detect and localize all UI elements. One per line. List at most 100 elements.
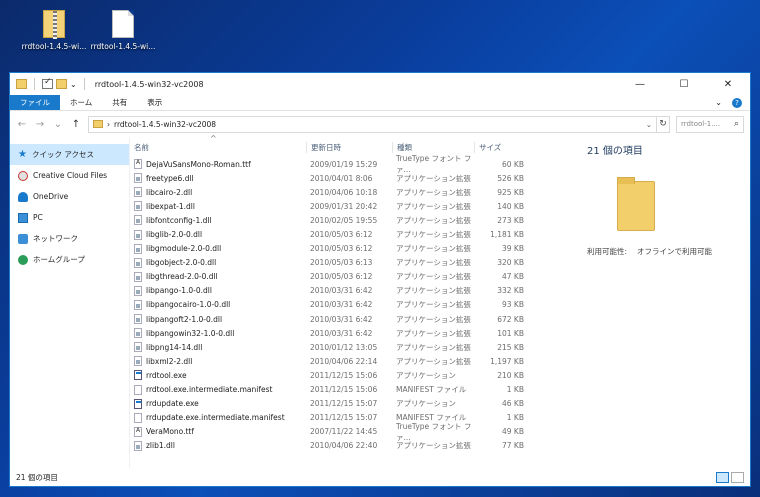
help-icon[interactable]: ? — [732, 97, 742, 108]
tab-view[interactable]: 表示 — [137, 95, 172, 110]
nav-item-pc[interactable]: PC — [10, 207, 129, 228]
breadcrumb-chevron-icon[interactable]: › — [107, 120, 110, 129]
file-size: 49 KB — [502, 427, 524, 437]
properties-icon[interactable] — [42, 77, 53, 89]
maximize-button[interactable]: ☐ — [662, 73, 706, 95]
ribbon-tabs: ファイル ホーム 共有 表示 ⌄ ? — [10, 95, 750, 111]
column-header-type[interactable]: 種類 — [392, 142, 474, 153]
file-size: 46 KB — [502, 399, 524, 409]
file-size: 672 KB — [497, 314, 524, 324]
tab-file[interactable]: ファイル — [10, 95, 60, 110]
file-row[interactable]: rrdupdate.exe 2011/12/15 15:07 アプリケーション 46 … — [130, 397, 575, 411]
file-type: アプリケーション拡張 — [396, 244, 471, 254]
file-date: 2010/03/31 6:42 — [310, 286, 373, 296]
file-type: アプリケーション拡張 — [396, 187, 471, 197]
file-row[interactable]: libxml2-2.dll 2010/04/06 22:14 アプリケーション拡張 1… — [130, 354, 575, 368]
file-row[interactable]: libexpat-1.dll 2009/01/31 20:42 アプリケーション拡張… — [130, 199, 575, 213]
file-type: アプリケーション拡張 — [396, 286, 471, 296]
file-date: 2010/05/03 6:12 — [310, 272, 373, 282]
separator — [34, 78, 35, 90]
file-row[interactable]: libpangowin32-1.0-0.dll 2010/03/31 6:42 アプ… — [130, 326, 575, 340]
address-bar-row: ← → ⌄ ↑ › rrdtool-1.4.5-win32-vc2008 ⌄ ↻… — [10, 111, 750, 137]
close-button[interactable]: ✕ — [706, 73, 750, 95]
file-size: 925 KB — [497, 187, 524, 197]
large-icons-view-icon[interactable] — [731, 471, 744, 483]
navigation-pane: ★ クイック アクセス Creative Cloud Files OneDriv… — [10, 137, 130, 468]
nav-item-onedrive[interactable]: OneDrive — [10, 186, 129, 207]
new-folder-icon[interactable] — [56, 79, 67, 89]
file-row[interactable]: zlib1.dll 2010/04/06 22:40 アプリケーション拡張 77 KB — [130, 439, 575, 453]
forward-button[interactable]: → — [34, 119, 46, 130]
file-size: 210 KB — [497, 370, 524, 380]
column-header-date[interactable]: 更新日時 — [306, 142, 392, 153]
file-row[interactable]: libpng14-14.dll 2010/01/12 13:05 アプリケーション拡… — [130, 340, 575, 354]
recent-locations-button[interactable]: ⌄ — [52, 119, 64, 130]
file-type: アプリケーション拡張 — [396, 314, 471, 324]
dll-file-icon — [134, 328, 142, 339]
file-name-cell: libglib-2.0-0.dll — [130, 229, 306, 240]
file-name-cell: rrdtool.exe — [130, 370, 306, 381]
file-name-cell: libpango-1.0-0.dll — [130, 285, 306, 296]
file-row[interactable]: freetype6.dll 2010/04/01 8:06 アプリケーション拡張 52… — [130, 171, 575, 185]
file-name: DejaVuSansMono-Roman.ttf — [146, 159, 251, 169]
file-row[interactable]: rrdtool.exe 2011/12/15 15:06 アプリケーション 210 K… — [130, 368, 575, 382]
file-row[interactable]: libpango-1.0-0.dll 2010/03/31 6:42 アプリケーショ… — [130, 284, 575, 298]
window-title: rrdtool-1.4.5-win32-vc2008 — [94, 79, 204, 89]
file-date: 2010/04/06 10:18 — [310, 187, 378, 197]
search-input[interactable]: rrdtool-1.... ⌕ — [676, 115, 744, 133]
customize-toolbar-icon[interactable]: ⌄ — [70, 80, 77, 89]
file-name: libfontconfig-1.dll — [146, 215, 212, 225]
details-view-icon[interactable] — [716, 471, 729, 483]
file-row[interactable]: libfontconfig-1.dll 2010/02/05 19:55 アプリケー… — [130, 213, 575, 227]
address-dropdown-icon[interactable]: ⌄ — [646, 120, 652, 129]
file-row[interactable]: libglib-2.0-0.dll 2010/05/03 6:12 アプリケーション… — [130, 227, 575, 241]
file-type: アプリケーション拡張 — [396, 342, 471, 352]
file-row[interactable]: libgthread-2.0-0.dll 2010/05/03 6:12 アプリケー… — [130, 270, 575, 284]
desktop-icon-file[interactable]: rrdtool-1.4.5-wi... — [88, 10, 158, 51]
nav-item-creative-cloud[interactable]: Creative Cloud Files — [10, 165, 129, 186]
expand-ribbon-icon[interactable]: ⌄ — [715, 98, 722, 107]
file-name: VeraMono.ttf — [146, 427, 195, 437]
file-name-cell: DejaVuSansMono-Roman.ttf — [130, 159, 306, 170]
back-button[interactable]: ← — [16, 119, 28, 130]
refresh-button[interactable]: ↻ — [656, 115, 670, 133]
explorer-window: ⌄ rrdtool-1.4.5-win32-vc2008 — ☐ ✕ ファイル … — [9, 72, 751, 487]
file-date: 2011/12/15 15:07 — [310, 399, 378, 409]
file-name: rrdtool.exe.intermediate.manifest — [146, 385, 273, 395]
file-row[interactable]: libcairo-2.dll 2010/04/06 10:18 アプリケーション拡張… — [130, 185, 575, 199]
file-row[interactable]: libpangoft2-1.0-0.dll 2010/03/31 6:42 アプリケ… — [130, 312, 575, 326]
file-name-cell: zlib1.dll — [130, 440, 306, 451]
nav-item-quick-access[interactable]: ★ クイック アクセス — [10, 144, 129, 165]
preview-item-count: 21 個の項目 — [587, 146, 643, 157]
file-file-icon — [134, 412, 142, 423]
file-row[interactable]: VeraMono.ttf2007/11/22 14:45TrueType フォン… — [130, 422, 575, 442]
nav-item-network[interactable]: ネットワーク — [10, 228, 129, 249]
file-name-cell: libcairo-2.dll — [130, 187, 306, 198]
file-row[interactable]: libgmodule-2.0-0.dll 2010/05/03 6:12 アプリケー… — [130, 242, 575, 256]
file-date: 2010/05/03 6:12 — [310, 230, 373, 240]
tab-share[interactable]: 共有 — [102, 95, 137, 110]
desktop-icon-label: rrdtool-1.4.5-wi... — [21, 42, 87, 51]
file-size: 47 KB — [502, 272, 524, 282]
file-size: 273 KB — [497, 215, 524, 225]
desktop-icon-zip[interactable]: rrdtool-1.4.5-wi... — [19, 10, 89, 51]
nav-item-label: PC — [33, 213, 43, 222]
up-button[interactable]: ↑ — [70, 119, 82, 130]
address-input[interactable]: › rrdtool-1.4.5-win32-vc2008 ⌄ — [88, 115, 657, 133]
file-size: 332 KB — [497, 286, 524, 296]
file-row[interactable]: DejaVuSansMono-Roman.ttf 2009/01/19 15:29… — [130, 154, 575, 174]
column-header-name[interactable]: 名前 — [130, 142, 306, 153]
dll-file-icon — [134, 342, 142, 353]
file-date: 2010/04/06 22:14 — [310, 356, 378, 366]
breadcrumb[interactable]: rrdtool-1.4.5-win32-vc2008 — [114, 120, 216, 129]
title-bar: ⌄ rrdtool-1.4.5-win32-vc2008 — ☐ ✕ — [10, 73, 750, 95]
column-header-size[interactable]: サイズ — [474, 142, 526, 153]
file-row[interactable]: rrdtool.exe.intermediate.manifest 2011/12… — [130, 383, 575, 397]
nav-item-homegroup[interactable]: ホームグループ — [10, 249, 129, 270]
file-row[interactable]: libgobject-2.0-0.dll 2010/05/03 6:13 アプリケー… — [130, 256, 575, 270]
preview-pane: 21 個の項目 利用可能性: オフラインで利用可能 — [575, 137, 750, 468]
tab-home[interactable]: ホーム — [60, 95, 102, 110]
file-row[interactable]: libpangocairo-1.0-0.dll 2010/03/31 6:42 アプ… — [130, 298, 575, 312]
file-row[interactable]: rrdupdate.exe.intermediate.manifest 2011/… — [130, 411, 575, 425]
minimize-button[interactable]: — — [618, 73, 662, 95]
